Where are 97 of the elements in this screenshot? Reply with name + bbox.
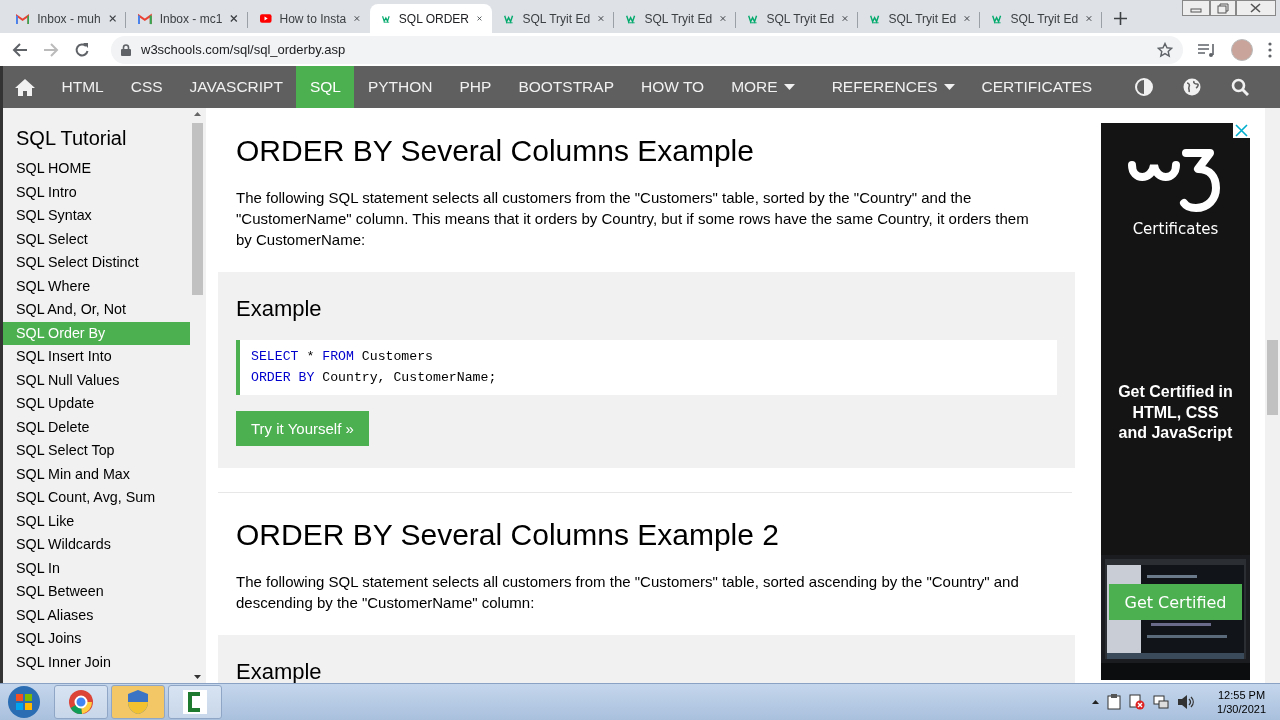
mail-icon — [16, 12, 30, 25]
close-icon[interactable] — [477, 14, 482, 23]
close-icon[interactable] — [842, 14, 848, 23]
sidebar-link[interactable]: SQL Count, Avg, Sum — [3, 486, 190, 510]
bracket-icon — [183, 690, 207, 714]
close-icon[interactable] — [108, 14, 116, 23]
close-icon[interactable] — [230, 14, 238, 23]
taskbar-app[interactable] — [111, 685, 165, 719]
contrast-icon[interactable] — [1134, 78, 1153, 96]
star-icon[interactable] — [1157, 41, 1173, 58]
sidebar-link[interactable]: SQL Syntax — [3, 204, 190, 228]
browser-tab[interactable]: SQL Tryit Ed — [614, 4, 736, 33]
logo-icon — [1128, 147, 1223, 214]
section-heading: ORDER BY Several Columns Example 2 — [236, 517, 780, 553]
browser-tab[interactable]: SQL Tryit Ed — [736, 4, 858, 33]
nav-link[interactable]: PYTHON — [354, 66, 446, 108]
sidebar-link[interactable]: SQL Like — [3, 509, 190, 533]
minimize-icon[interactable] — [1182, 0, 1210, 16]
close-icon[interactable] — [354, 14, 360, 23]
lock-icon — [121, 43, 131, 56]
sidebar-link[interactable]: SQL Wildcards — [3, 533, 190, 557]
browser-tab[interactable]: SQL Tryit Ed — [492, 4, 614, 33]
scrollbar-thumb[interactable] — [192, 123, 203, 295]
sidebar-link[interactable]: SQL Insert Into — [3, 345, 190, 369]
ad-headline: Get Certified in HTML, CSS and JavaScript — [1117, 382, 1234, 443]
menu-icon[interactable] — [1268, 41, 1272, 58]
nav-link[interactable]: CSS — [117, 66, 177, 108]
close-icon[interactable] — [964, 14, 970, 23]
sidebar-link[interactable]: SQL Between — [3, 580, 190, 604]
nav-link[interactable]: MORE — [717, 66, 809, 108]
shield-icon — [127, 689, 149, 715]
scroll-down-icon[interactable] — [194, 675, 201, 679]
nav-link[interactable]: BOOTSTRAP — [504, 66, 628, 108]
close-icon[interactable] — [1086, 14, 1092, 23]
paragraph: The following SQL statement selects all customers from the "Customers" table, sorted ascending by the "Country" and descending by the "CustomerName" column: — [236, 572, 1020, 613]
example-heading: Example — [236, 295, 323, 323]
scrollbar-thumb[interactable] — [1267, 340, 1278, 415]
sidebar-link[interactable]: SQL Intro — [3, 180, 190, 204]
playlist-icon[interactable] — [1198, 42, 1216, 57]
ad-brand: Certificates — [1132, 220, 1219, 238]
scroll-up-icon[interactable] — [194, 112, 201, 116]
sidebar-link[interactable]: SQL Null Values — [3, 368, 190, 392]
close-icon[interactable] — [1236, 0, 1276, 16]
sidebar-link[interactable]: SQL And, Or, Not — [3, 298, 190, 322]
sidebar-link[interactable]: SQL Update — [3, 392, 190, 416]
taskbar-app[interactable] — [54, 685, 108, 719]
sidebar-link[interactable]: SQL Select Distinct — [3, 251, 190, 275]
sidebar-link[interactable]: SQL Where — [3, 274, 190, 298]
close-icon[interactable] — [720, 14, 726, 23]
browser-tab[interactable]: Inbox - mc1 — [126, 4, 248, 33]
browser-tab[interactable]: SQL ORDER — [370, 4, 492, 33]
speaker-icon[interactable] — [1177, 694, 1196, 710]
browser-tab[interactable]: Inbox - muh — [4, 4, 126, 33]
nav-link[interactable]: HTML — [48, 66, 118, 108]
nav-link[interactable]: PHP — [446, 66, 505, 108]
error-flag-icon[interactable] — [1129, 694, 1146, 710]
reload-icon[interactable] — [74, 41, 90, 58]
clipboard-icon[interactable] — [1107, 694, 1122, 710]
sidebar-link[interactable]: SQL Aliases — [3, 603, 190, 627]
sidebar-link[interactable]: SQL HOME — [3, 157, 190, 181]
sidebar-link[interactable]: SQL Inner Join — [3, 650, 190, 674]
mail-icon — [138, 12, 152, 25]
sidebar-link[interactable]: SQL In — [3, 556, 190, 580]
nav-link[interactable]: JAVASCRIPT — [176, 66, 297, 108]
taskbar-app[interactable] — [168, 685, 222, 719]
search-icon[interactable] — [1230, 78, 1249, 96]
sidebar-title: SQL Tutorial — [15, 126, 128, 151]
nav-link[interactable]: HOW TO — [627, 66, 718, 108]
clock-date: 1/30/2021 — [1217, 702, 1266, 716]
code-line: SELECT * FROM Customers — [251, 348, 434, 366]
network-icon[interactable] — [1153, 694, 1170, 710]
browser-tab[interactable]: SQL Tryit Ed — [980, 4, 1102, 33]
paragraph: The following SQL statement selects all customers from the "Customers" table, sorted by the "Country" and the "CustomerName" column. This means that it orders by Country, but if some rows have the same Country, it orders them by CustomerName: — [236, 188, 1030, 250]
clock-time: 12:55 PM — [1218, 688, 1266, 702]
section-heading: ORDER BY Several Columns Example — [236, 133, 755, 169]
browser-icon — [68, 689, 94, 715]
video-icon — [260, 12, 272, 25]
nav-link[interactable]: REFERENCES — [818, 66, 969, 108]
sidebar-link[interactable]: SQL Joins — [3, 627, 190, 651]
home-icon[interactable] — [14, 78, 36, 96]
back-icon[interactable] — [12, 41, 28, 58]
restore-icon[interactable] — [1210, 0, 1236, 16]
close-icon[interactable] — [598, 14, 604, 23]
example-heading: Example — [236, 658, 323, 683]
browser-tab[interactable]: How to Insta — [248, 4, 370, 33]
globe-icon[interactable] — [1182, 78, 1201, 96]
sidebar-link[interactable]: SQL Min and Max — [3, 462, 190, 486]
sidebar-link[interactable]: SQL Select — [3, 227, 190, 251]
nav-link[interactable]: CERTIFICATES — [968, 66, 1106, 108]
code-line: ORDER BY Country, CustomerName; — [251, 369, 497, 387]
sidebar-link[interactable]: SQL Delete — [3, 415, 190, 439]
start-icon[interactable] — [6, 685, 42, 719]
sidebar-link[interactable]: SQL Select Top — [3, 439, 190, 463]
caret-up-icon[interactable] — [1092, 700, 1100, 704]
plus-icon[interactable] — [1114, 12, 1127, 25]
address-field[interactable]: w3schools.com/sql/sql_orderby.asp — [111, 35, 1183, 64]
browser-tab[interactable]: SQL Tryit Ed — [858, 4, 980, 33]
